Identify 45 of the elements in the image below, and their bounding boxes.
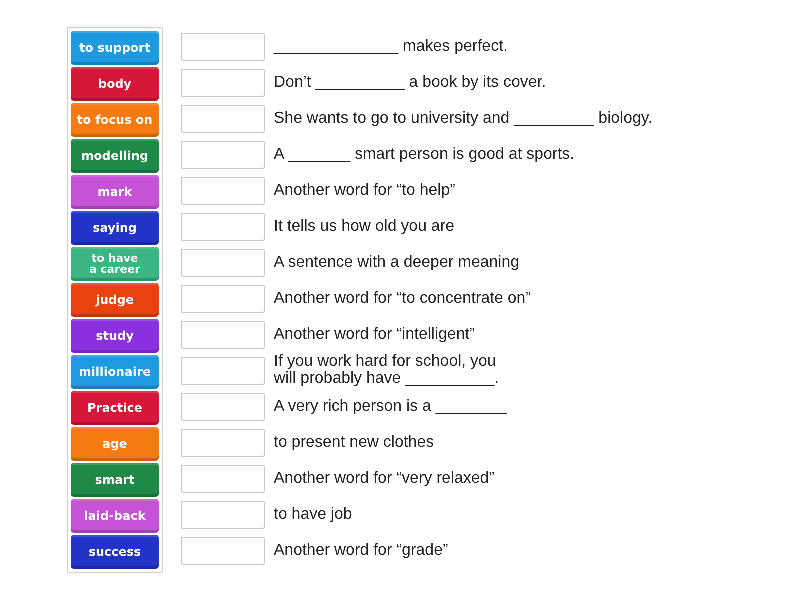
answer-tile[interactable]: millionaire [71,355,159,389]
answer-tile[interactable]: age [71,427,159,461]
answer-tile[interactable]: to support [71,31,159,65]
clue-text: A very rich person is a ________ [274,398,508,416]
drop-box[interactable] [181,213,265,241]
drop-box[interactable] [181,177,265,205]
clue-text: She wants to go to university and _________ biology. [274,110,653,128]
drop-box[interactable] [181,33,265,61]
drop-box[interactable] [181,501,265,529]
answer-tile[interactable]: Practice [71,391,159,425]
clue-text: A _______ smart person is good at sports. [274,146,575,164]
answer-tile[interactable]: smart [71,463,159,497]
answer-tile[interactable]: laid-back [71,499,159,533]
clue-text: Another word for “to help” [274,182,456,200]
clue-text: ______________ makes perfect. [274,38,508,56]
answer-tile[interactable]: to have a career [71,247,159,281]
answer-tile[interactable]: body [71,67,159,101]
drop-box[interactable] [181,105,265,133]
clue-text: Another word for “grade” [274,542,448,560]
clue-text: Another word for “to concentrate on” [274,290,532,308]
drop-box[interactable] [181,285,265,313]
clue-text: Don’t __________ a book by its cover. [274,74,546,92]
drop-box[interactable] [181,537,265,565]
answer-tile[interactable]: success [71,535,159,569]
answer-tile[interactable]: to focus on [71,103,159,137]
answer-tile[interactable]: modelling [71,139,159,173]
drop-box[interactable] [181,429,265,457]
clue-text: to present new clothes [274,434,434,452]
drop-box[interactable] [181,465,265,493]
drop-box[interactable] [181,69,265,97]
clue-text: to have job [274,506,352,524]
clue-text: A sentence with a deeper meaning [274,254,520,272]
answer-tile[interactable]: mark [71,175,159,209]
drop-box[interactable] [181,321,265,349]
drop-box[interactable] [181,249,265,277]
answer-tile[interactable]: saying [71,211,159,245]
clue-text: It tells us how old you are [274,218,455,236]
answer-tile[interactable]: judge [71,283,159,317]
clue-text: Another word for “very relaxed” [274,470,495,488]
clue-text: If you work hard for school, you will probably have __________. [274,354,500,388]
drop-box[interactable] [181,357,265,385]
clue-text: Another word for “intelligent” [274,326,475,344]
drop-box[interactable] [181,393,265,421]
answer-tile[interactable]: study [71,319,159,353]
drop-box[interactable] [181,141,265,169]
